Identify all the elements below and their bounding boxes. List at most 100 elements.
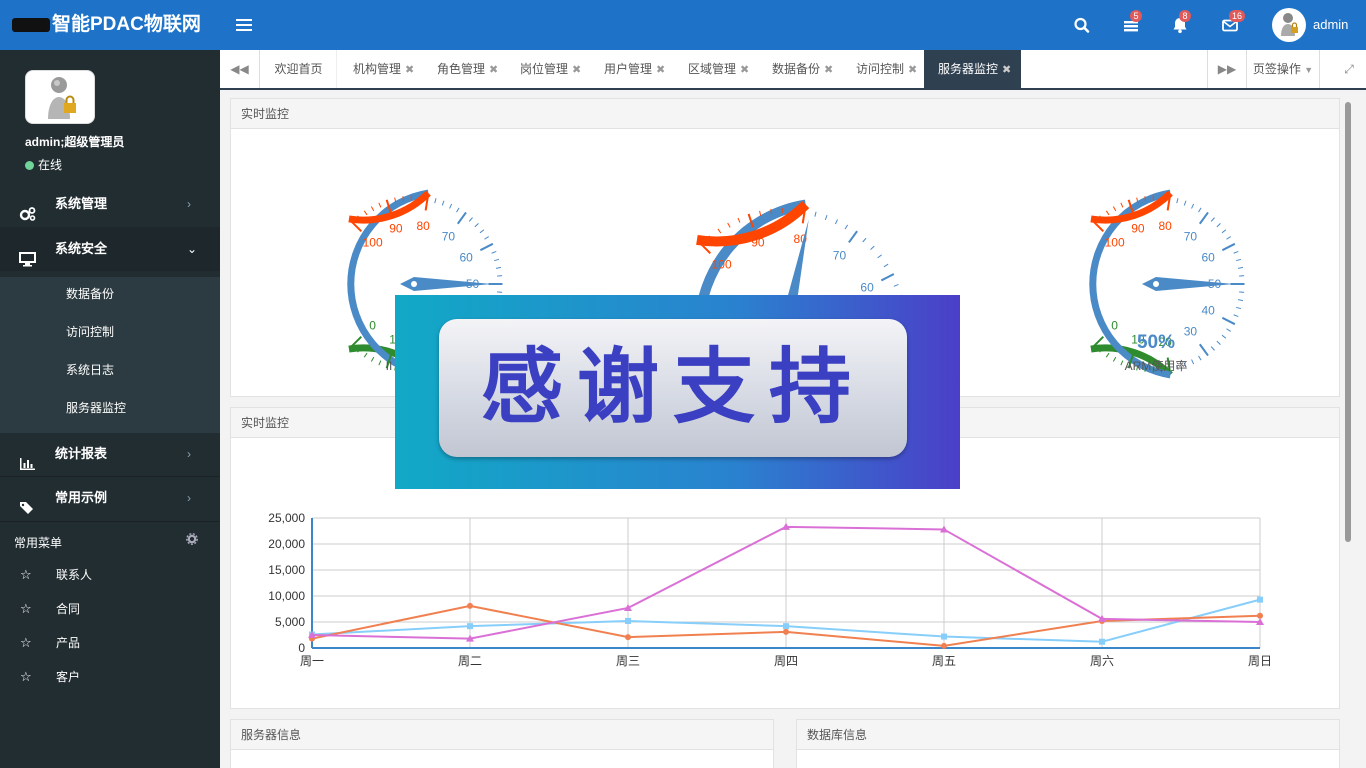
search-icon[interactable]: [1071, 14, 1093, 36]
gauge-tick-label: 0: [1111, 318, 1118, 332]
gauge-minor-tick: [759, 210, 762, 216]
chevron-right-icon: ›: [187, 197, 191, 211]
data-point: [467, 602, 473, 609]
tab-user[interactable]: 用户管理 ✖: [604, 50, 665, 88]
gauge-minor-tick: [491, 250, 497, 254]
sidebar-item-examples[interactable]: 常用示例 ›: [0, 476, 220, 520]
close-icon[interactable]: ✖: [740, 64, 749, 76]
gauge-minor-tick: [1210, 217, 1215, 222]
content-scrollbar[interactable]: [1345, 102, 1351, 542]
tags-icon: [19, 490, 37, 514]
y-tick-label: 25,000: [268, 511, 305, 525]
gauge-tick-label: 90: [389, 221, 403, 235]
close-icon[interactable]: ✖: [656, 64, 665, 76]
tab-backup[interactable]: 数据备份 ✖: [772, 50, 833, 88]
sidebar-subitem-system-log[interactable]: 系统日志: [66, 360, 114, 380]
security-submenu: 数据备份 访问控制 系统日志 服务器监控: [0, 277, 220, 433]
gauge-minor-tick: [770, 208, 772, 214]
star-icon: ☆: [20, 601, 32, 616]
favorite-item-customers[interactable]: ☆ 客户: [20, 667, 80, 687]
gauge-minor-tick: [1105, 352, 1110, 358]
gauge-minor-tick: [1210, 346, 1215, 351]
gauge-minor-tick: [456, 207, 460, 213]
gauge-minor-tick: [1105, 210, 1110, 216]
gauge-minor-tick: [378, 202, 382, 208]
fullscreen-icon[interactable]: ⤢: [1332, 50, 1366, 88]
gauge-minor-tick: [727, 222, 731, 228]
favorite-item-contacts[interactable]: ☆ 联系人: [20, 565, 92, 585]
close-icon[interactable]: ✖: [572, 64, 581, 76]
gauge-minor-tick: [1233, 314, 1239, 318]
y-tick-label: 15,000: [268, 563, 305, 577]
sidebar-item-system-security[interactable]: 系统安全 ⌄: [0, 227, 220, 271]
sidebar-item-system-management[interactable]: 系统管理 ›: [0, 182, 220, 226]
gauge-major-tick: [848, 230, 858, 244]
tab-scroll-right-icon[interactable]: ▶▶: [1207, 50, 1246, 88]
gauge-title: ARM使用率: [1125, 358, 1188, 373]
gear-icon[interactable]: [186, 533, 198, 545]
chevron-down-icon: ⌄: [187, 242, 198, 256]
server-info-panel: 服务器信息: [230, 719, 774, 768]
gauge-minor-tick: [717, 228, 722, 234]
gauge-minor-tick: [844, 224, 849, 230]
app-title[interactable]: 智能PDAC物联网: [0, 0, 220, 50]
gauge-minor-tick: [1198, 355, 1202, 361]
sidebar-subitem-server-monitor[interactable]: 服务器监控: [66, 398, 126, 418]
tab-server-monitor[interactable]: 服务器监控 ✖: [924, 50, 1021, 88]
sidebar-subitem-access-control[interactable]: 访问控制: [66, 322, 114, 342]
close-icon[interactable]: ✖: [405, 64, 414, 76]
gauge-minor-tick: [1112, 356, 1117, 362]
chevron-right-icon: ›: [187, 447, 191, 461]
favorite-item-contracts[interactable]: ☆ 合同: [20, 599, 80, 619]
tab-role[interactable]: 角色管理 ✖: [437, 50, 498, 88]
bell-icon[interactable]: 8: [1169, 10, 1191, 36]
database-info-panel: 数据库信息: [796, 719, 1340, 768]
app-title-text: 智能PDAC物联网: [52, 14, 201, 35]
close-icon[interactable]: ✖: [824, 64, 833, 76]
sidebar-subitem-data-backup[interactable]: 数据备份: [66, 284, 114, 304]
data-point: [941, 642, 947, 649]
gauge-tick-label: 60: [1201, 250, 1215, 264]
tab-access[interactable]: 访问控制 ✖: [856, 50, 917, 88]
caret-down-icon: ▼: [1304, 65, 1314, 75]
tab-operations-dropdown[interactable]: 页签操作 ▼: [1246, 50, 1320, 88]
y-tick-label: 5,000: [275, 615, 305, 629]
favorite-item-products[interactable]: ☆ 产品: [20, 633, 80, 653]
gauge-tick-label: 80: [1158, 219, 1172, 233]
x-tick-label: 周五: [932, 654, 956, 668]
gauge-minor-tick: [495, 266, 502, 269]
online-status: 在线: [25, 156, 62, 173]
gauge-value-text: 50%: [1137, 332, 1175, 353]
gauge-major-tick: [880, 273, 895, 282]
close-icon[interactable]: ✖: [1002, 64, 1011, 76]
tab-area[interactable]: 区域管理 ✖: [688, 50, 749, 88]
data-point: [1257, 596, 1263, 603]
user-name: admin: [1313, 17, 1349, 32]
gauge-minor-tick: [824, 214, 828, 221]
close-icon[interactable]: ✖: [489, 64, 498, 76]
tab-welcome[interactable]: 欢迎首页: [261, 50, 337, 88]
tab-org[interactable]: 机构管理 ✖: [353, 50, 414, 88]
gauge-minor-tick: [877, 254, 882, 259]
close-icon[interactable]: ✖: [908, 64, 917, 76]
status-dot-icon: [25, 161, 34, 170]
gauge-minor-tick: [468, 217, 473, 222]
sidebar-item-label: 常用示例: [55, 490, 108, 505]
gauge-tick-label: 40: [1201, 304, 1215, 318]
tab-post[interactable]: 岗位管理 ✖: [520, 50, 581, 88]
gauge-major-tick: [1198, 211, 1209, 225]
sidebar-item-label: 系统管理: [55, 196, 108, 211]
gauge-minor-tick: [1216, 340, 1221, 345]
tab-scroll-left-icon[interactable]: ◀◀: [220, 50, 260, 88]
tasks-icon[interactable]: 5: [1120, 10, 1142, 36]
notifications-badge: 8: [1179, 10, 1191, 22]
menu-toggle-icon[interactable]: [236, 16, 252, 34]
tab-label: 机构管理: [353, 62, 402, 76]
sidebar-item-reports[interactable]: 统计报表 ›: [0, 432, 220, 476]
envelope-icon[interactable]: 16: [1219, 10, 1246, 36]
gauge-minor-tick: [870, 245, 875, 250]
tab-ops-label: 页签操作: [1252, 62, 1301, 76]
thanks-text: 感谢支持: [480, 340, 865, 435]
gauge-minor-tick: [1216, 223, 1221, 228]
gauge-minor-tick: [862, 237, 867, 243]
